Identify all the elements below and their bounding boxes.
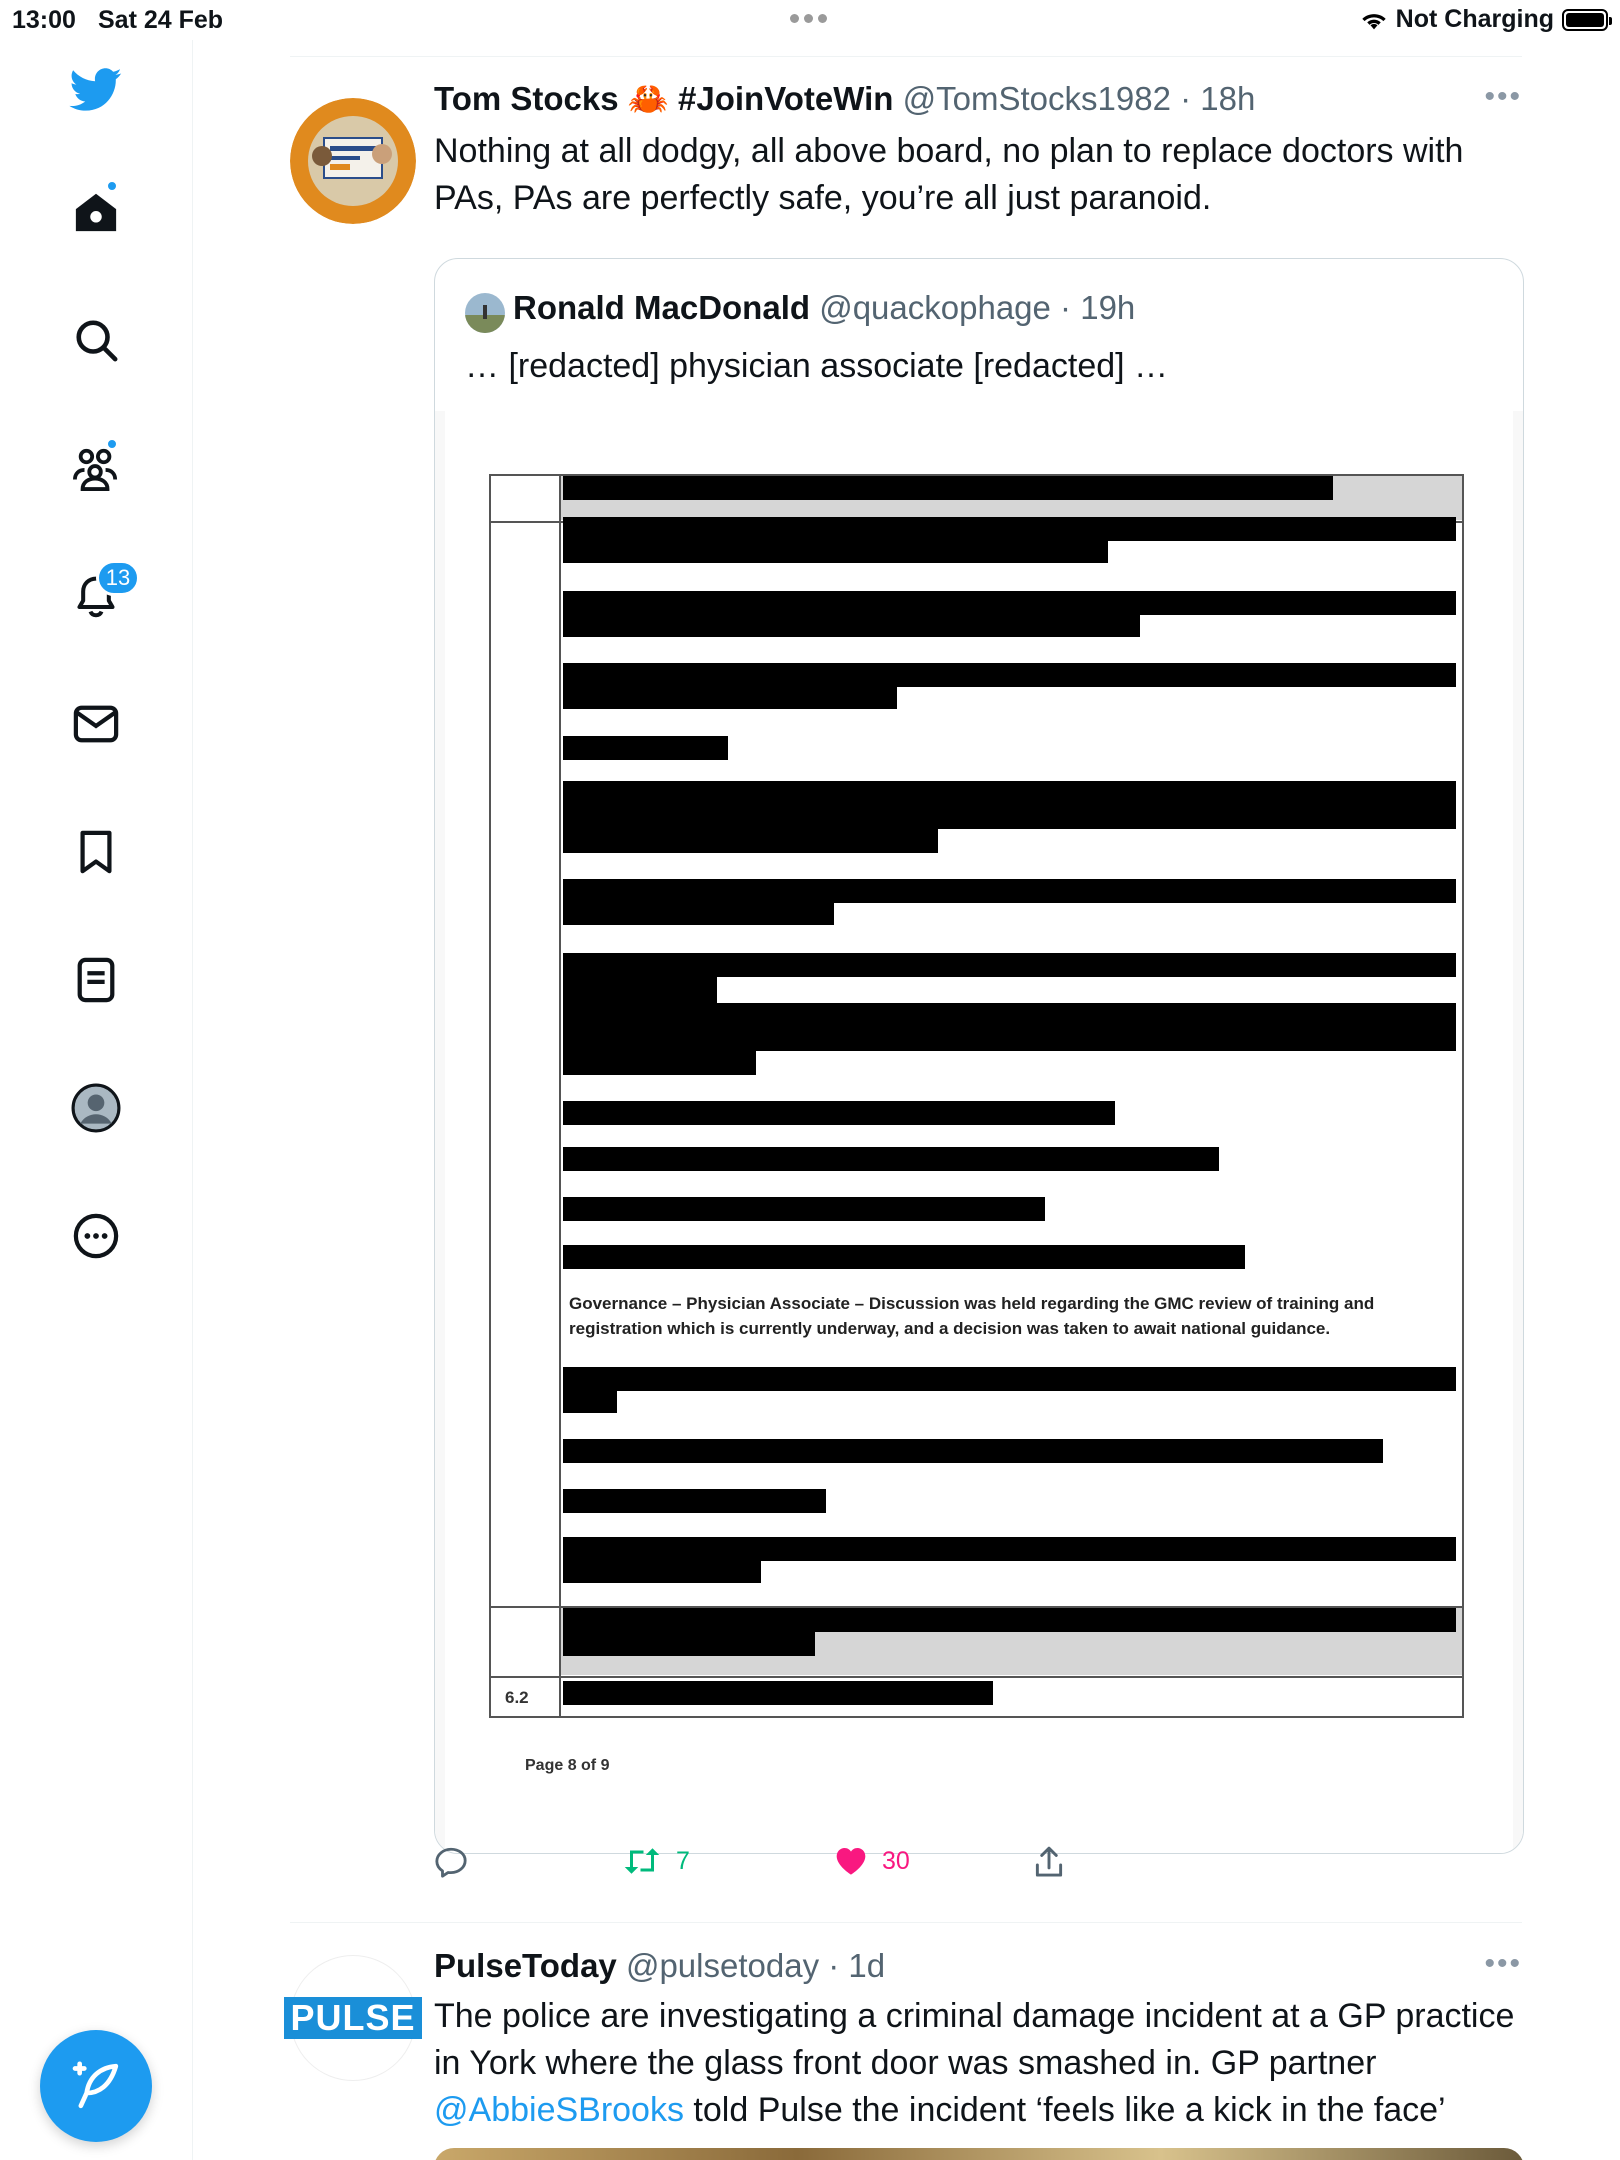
reply-icon	[435, 1847, 467, 1878]
home-icon[interactable]	[66, 180, 126, 242]
communities-icon[interactable]	[66, 438, 126, 498]
pulse-logo-text: PULSE	[284, 1997, 422, 2039]
quoted-author-handle[interactable]: @quackophage	[819, 289, 1051, 326]
more-options-icon[interactable]	[66, 1206, 126, 1266]
tweet-more-icon[interactable]: •••	[1484, 80, 1522, 114]
tweet-text: Nothing at all dodgy, all above board, n…	[434, 132, 1464, 217]
profile-avatar-icon[interactable]	[66, 1078, 126, 1138]
quoted-tweet-image[interactable]: Governance – Physician Associate – Discu…	[435, 411, 1523, 1853]
retweet-count: 7	[676, 1846, 690, 1875]
sidebar: 13	[0, 40, 193, 2160]
compose-tweet-button[interactable]	[40, 2030, 152, 2142]
wifi-icon	[1362, 13, 1386, 29]
tweet-header: PulseToday @pulsetoday · 1d	[434, 1947, 886, 1984]
like-count: 30	[882, 1846, 910, 1875]
reply-button[interactable]	[434, 1846, 482, 1878]
quoted-author-name[interactable]: Ronald MacDonald	[513, 289, 810, 326]
tweet-more-icon[interactable]: •••	[1484, 1947, 1522, 1981]
status-date: Sat 24 Feb	[98, 6, 224, 34]
heart-icon	[836, 1848, 866, 1875]
author-handle[interactable]: @TomStocks1982	[903, 80, 1171, 117]
notifications-count-badge: 13	[96, 560, 140, 596]
tweet-tom-stocks[interactable]: Tom Stocks 🦀 #JoinVoteWin @TomStocks1982…	[290, 56, 1524, 1922]
document-visible-text: Governance – Physician Associate – Discu…	[569, 1294, 1375, 1338]
mention-link[interactable]: @AbbieSBrooks	[434, 2091, 684, 2129]
quoted-tweet[interactable]: Ronald MacDonald @quackophage · 19h … [r…	[434, 258, 1524, 1854]
avatar-ronald-macdonald[interactable]	[465, 293, 505, 333]
tweet-header: Tom Stocks 🦀 #JoinVoteWin @TomStocks1982…	[434, 80, 1256, 117]
tweet-text: The police are investigating a criminal …	[434, 1993, 1524, 2134]
twitter-logo-icon[interactable]	[66, 60, 126, 120]
charging-status: Not Charging	[1395, 5, 1554, 33]
author-name[interactable]: PulseToday	[434, 1947, 617, 1984]
share-button[interactable]	[1034, 1846, 1078, 1878]
like-button[interactable]: 30	[834, 1846, 910, 1876]
compose-feather-icon	[72, 2061, 119, 2109]
tweet-time[interactable]: 1d	[848, 1947, 885, 1984]
tweet-time[interactable]: 18h	[1200, 80, 1255, 117]
retweet-icon	[624, 1848, 660, 1874]
author-handle[interactable]: @pulsetoday	[626, 1947, 819, 1984]
quoted-tweet-header: Ronald MacDonald @quackophage · 19h	[513, 289, 1136, 326]
explore-search-icon[interactable]	[66, 310, 126, 370]
tweet-actions: 7 30	[434, 1846, 1524, 1896]
redacted-document: Governance – Physician Associate – Discu…	[445, 411, 1513, 1853]
status-right: Not Charging	[1360, 5, 1612, 34]
multitask-dots-icon[interactable]	[790, 14, 827, 23]
avatar-tom-stocks[interactable]	[290, 98, 416, 224]
status-time: 13:00	[12, 6, 76, 34]
author-name[interactable]: Tom Stocks 🦀 #JoinVoteWin	[434, 80, 893, 117]
quoted-tweet-text: … [redacted] physician associate [redact…	[465, 347, 1169, 385]
share-icon	[1035, 1846, 1063, 1877]
avatar-pulsetoday[interactable]: PULSE	[284, 1955, 422, 2081]
tweet-pulsetoday[interactable]: PULSE PulseToday @pulsetoday · 1d ••• Th…	[284, 1923, 1524, 2160]
bookmarks-icon[interactable]	[66, 822, 126, 882]
document-page-number: Page 8 of 9	[525, 1757, 610, 1774]
tweet-image-preview[interactable]	[434, 2148, 1524, 2160]
document-row-number: 6.2	[505, 1688, 529, 1707]
tweet-text-end: told Pulse the incident ‘feels like a ki…	[683, 2091, 1446, 2129]
quoted-tweet-time[interactable]: 19h	[1080, 289, 1135, 326]
lists-icon[interactable]	[66, 950, 126, 1010]
battery-icon	[1562, 8, 1612, 31]
tweet-text-start: The police are investigating a criminal …	[434, 1997, 1515, 2082]
status-bar: 13:00 Sat 24 Feb Not Charging	[0, 0, 1620, 40]
messages-mail-icon[interactable]	[66, 694, 126, 754]
retweet-button[interactable]: 7	[622, 1846, 690, 1876]
